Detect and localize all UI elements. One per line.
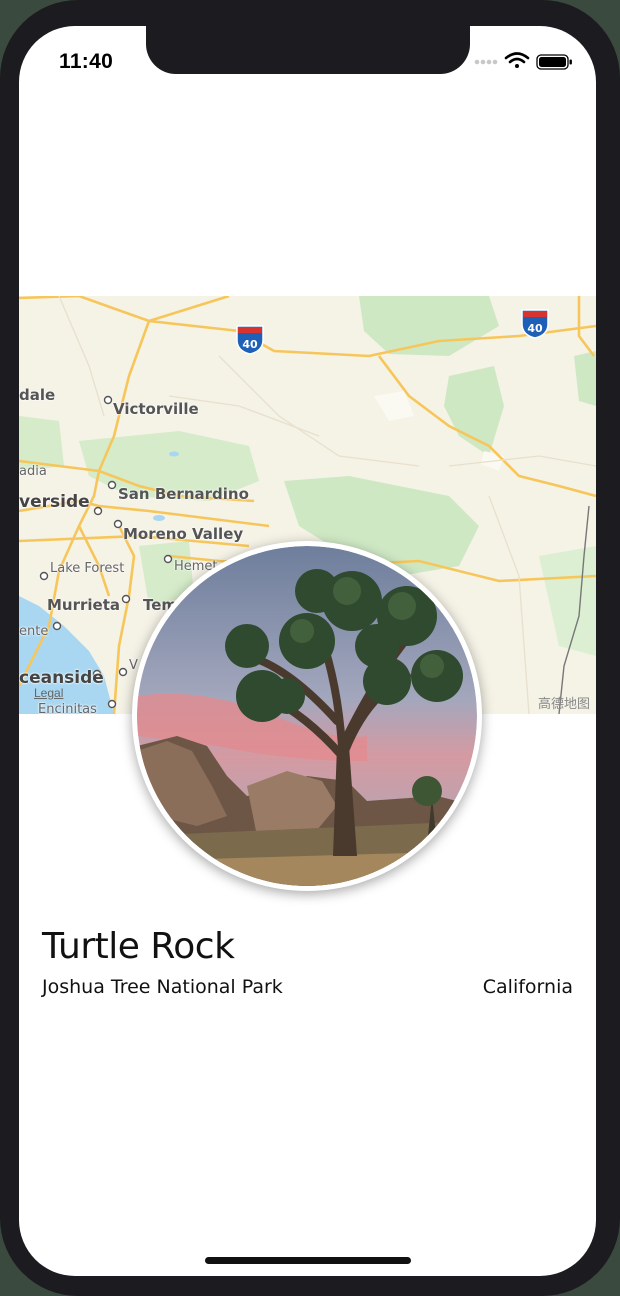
map-label: verside bbox=[19, 492, 90, 512]
map-label: adia bbox=[19, 464, 47, 479]
map-legal-link[interactable]: Legal bbox=[34, 686, 63, 700]
map-label: Murrieta bbox=[47, 596, 121, 614]
map-label: Victorville bbox=[113, 400, 199, 418]
map-label: ceanside bbox=[19, 668, 104, 688]
landmark-title: Turtle Rock bbox=[42, 926, 235, 967]
notch bbox=[146, 26, 470, 74]
map-label: V bbox=[129, 658, 138, 673]
map-provider-watermark: 高德地图 bbox=[537, 696, 590, 711]
battery-icon bbox=[536, 54, 572, 70]
home-indicator[interactable] bbox=[205, 1257, 411, 1264]
map-label: Encinitas bbox=[38, 702, 97, 714]
cellular-signal-icon bbox=[474, 59, 498, 65]
map-label: dale bbox=[19, 386, 56, 404]
map-label: ente bbox=[19, 624, 49, 639]
screen: 11:40 40 40 dale Victorville adia versid… bbox=[19, 26, 596, 1276]
map-label: Lake Forest bbox=[50, 561, 125, 576]
svg-text:40: 40 bbox=[242, 338, 258, 351]
svg-text:40: 40 bbox=[527, 322, 543, 335]
status-icons bbox=[471, 48, 581, 74]
landmark-photo bbox=[132, 541, 482, 891]
wifi-icon bbox=[504, 52, 530, 68]
status-time: 11:40 bbox=[59, 50, 114, 73]
interstate-shield-icon: 40 bbox=[521, 309, 549, 339]
map-label: Moreno Valley bbox=[123, 525, 244, 543]
map-label: San Bernardino bbox=[118, 485, 249, 503]
device-frame: 11:40 40 40 dale Victorville adia versid… bbox=[0, 0, 620, 1296]
state-name: California bbox=[482, 976, 573, 998]
park-name: Joshua Tree National Park bbox=[42, 976, 283, 998]
interstate-shield-icon: 40 bbox=[236, 325, 264, 355]
